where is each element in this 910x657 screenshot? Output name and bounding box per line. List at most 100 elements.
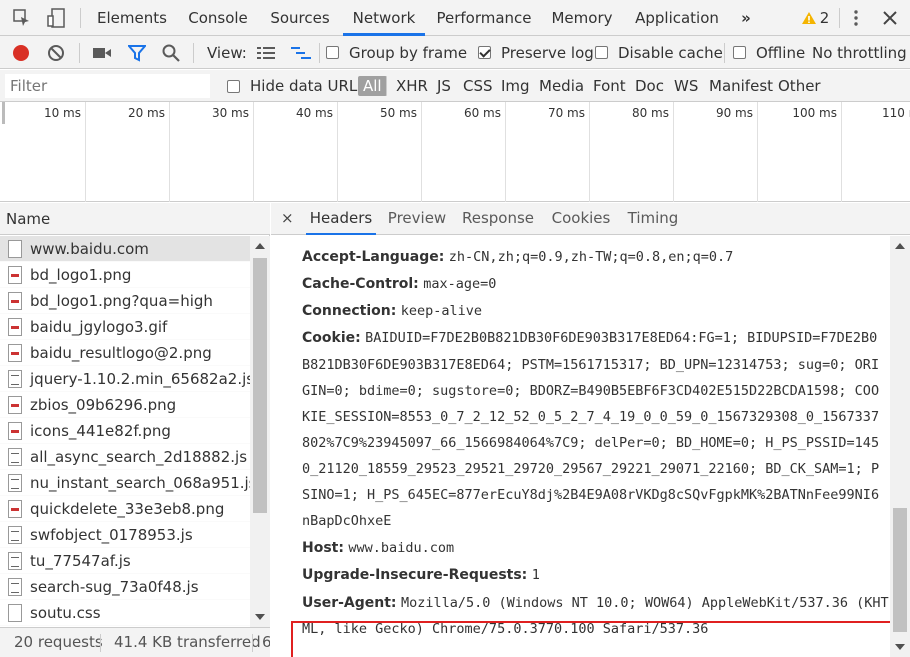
warnings-counter[interactable]: 2 — [795, 0, 835, 36]
large-rows-button[interactable] — [257, 36, 275, 69]
scroll-up-icon[interactable] — [255, 243, 265, 249]
header-name: Accept-Language: — [302, 249, 445, 265]
clear-button[interactable] — [47, 36, 65, 69]
image-icon — [8, 343, 22, 362]
header-value-continuation: B821DB30F6DE903B317E8ED64; PSTM=15617153… — [302, 357, 880, 373]
device-toolbar-icon[interactable] — [44, 0, 68, 36]
kebab-menu-icon[interactable] — [846, 0, 866, 36]
filter-type-img[interactable]: Img — [501, 70, 530, 102]
timeline-overview[interactable]: 10 ms 20 ms 30 ms 40 ms 50 ms 60 ms 70 m… — [0, 102, 910, 202]
hide-data-urls-checkbox[interactable]: Hide data URLs — [227, 70, 365, 102]
timeline-handle[interactable] — [2, 102, 5, 124]
request-row[interactable]: icons_441e82f.png — [0, 418, 250, 444]
filter-type-doc[interactable]: Doc — [635, 70, 664, 102]
request-row[interactable]: all_async_search_2d18882.js — [0, 444, 250, 470]
header-row: Upgrade-Insecure-Requests: 1 — [302, 562, 540, 588]
filter-type-font[interactable]: Font — [593, 70, 626, 102]
filter-type-xhr[interactable]: XHR — [396, 70, 428, 102]
header-value-continuation: GIN=0; bdime=0; sugstore=0; BDORZ=B490B5… — [302, 383, 880, 399]
request-row[interactable]: zbios_09b6296.png — [0, 392, 250, 418]
filter-type-all[interactable]: All — [358, 70, 387, 102]
filter-type-other[interactable]: Other — [778, 70, 821, 102]
header-row: User-Agent: Mozilla/5.0 (Windows NT 10.0… — [302, 590, 889, 616]
timeline-tick-label: 20 ms — [127, 106, 165, 120]
name-column-header[interactable]: Name — [0, 203, 270, 235]
timeline-division: 40 ms — [254, 102, 338, 202]
filter-input[interactable] — [5, 74, 210, 98]
scroll-down-icon[interactable] — [255, 614, 265, 620]
throttling-select[interactable]: No throttling — [812, 36, 907, 69]
more-tabs-button[interactable]: » — [732, 0, 760, 36]
request-row[interactable]: baidu_resultlogo@2.png — [0, 340, 250, 366]
tab-network[interactable]: Network — [343, 0, 425, 36]
screenshots-button[interactable] — [92, 36, 112, 69]
search-button[interactable] — [162, 36, 180, 69]
tab-console[interactable]: Console — [183, 0, 253, 36]
header-value: keep-alive — [400, 303, 483, 319]
image-icon — [8, 395, 22, 414]
header-value: Mozilla/5.0 (Windows NT 10.0; WOW64) App… — [400, 595, 889, 611]
filter-type-js[interactable]: JS — [437, 70, 451, 102]
scroll-down-icon[interactable] — [895, 644, 905, 650]
clear-icon — [48, 44, 64, 61]
tab-sources[interactable]: Sources — [266, 0, 334, 36]
tab-elements[interactable]: Elements — [94, 0, 170, 36]
timeline-division: 100 ms — [758, 102, 842, 202]
filter-toggle-button[interactable] — [128, 36, 146, 69]
hide-data-urls-label: Hide data URLs — [250, 77, 366, 95]
group-by-frame-checkbox[interactable]: Group by frame — [326, 36, 467, 69]
request-row[interactable]: nu_instant_search_068a951.js — [0, 470, 250, 496]
tab-response[interactable]: Response — [460, 203, 536, 235]
close-icon[interactable] — [878, 0, 902, 36]
devtools-tab-bar: Elements Console Sources Network Perform… — [0, 0, 910, 36]
tab-performance[interactable]: Performance — [435, 0, 533, 36]
request-row[interactable]: baidu_jgylogo3.gif — [0, 314, 250, 340]
scrollbar-thumb[interactable] — [253, 258, 267, 513]
request-row[interactable]: bd_logo1.png — [0, 262, 250, 288]
timeline-tick-label: 60 ms — [463, 106, 501, 120]
header-name: Cache-Control: — [302, 276, 419, 292]
separator — [386, 77, 387, 95]
request-row[interactable]: www.baidu.com — [0, 236, 250, 262]
tab-preview[interactable]: Preview — [384, 203, 450, 235]
request-row[interactable]: search-sug_73a0f48.js — [0, 574, 250, 600]
filter-type-manifest[interactable]: Manifest — [709, 70, 773, 102]
filter-type-ws[interactable]: WS — [674, 70, 698, 102]
scroll-up-icon[interactable] — [895, 243, 905, 249]
waterfall-view-button[interactable] — [291, 36, 311, 69]
details-scrollbar[interactable] — [890, 236, 910, 657]
request-name: all_async_search_2d18882.js — [30, 447, 248, 466]
request-row[interactable]: jquery-1.10.2.min_65682a2.js — [0, 366, 250, 392]
filter-type-css[interactable]: CSS — [463, 70, 493, 102]
timeline-tick-label: 70 ms — [547, 106, 585, 120]
preserve-log-checkbox[interactable]: Preserve log — [478, 36, 594, 69]
inspect-element-icon[interactable] — [10, 0, 34, 36]
request-headers-list: Accept-Language: zh-CN,zh;q=0.9,zh-TW;q=… — [271, 236, 890, 657]
request-row[interactable]: quickdelete_33e3eb8.png — [0, 496, 250, 522]
requests-scrollbar[interactable] — [250, 236, 270, 627]
tab-cookies[interactable]: Cookies — [546, 203, 616, 235]
request-row[interactable]: swfobject_0178953.js — [0, 522, 250, 548]
record-button[interactable] — [11, 36, 31, 69]
tab-headers[interactable]: Headers — [306, 203, 376, 235]
tab-application[interactable]: Application — [630, 0, 724, 36]
close-details-icon[interactable]: × — [281, 203, 294, 235]
requests-panel: Name www.baidu.com bd_logo1.png bd_logo1.p… — [0, 203, 270, 627]
request-name: swfobject_0178953.js — [30, 525, 193, 544]
timeline-tick-label: 100 ms — [792, 106, 837, 120]
details-tab-bar: × Headers Preview Response Cookies Timin… — [271, 203, 910, 235]
offline-checkbox[interactable]: Offline — [733, 36, 805, 69]
separator — [724, 43, 725, 63]
script-icon — [8, 525, 22, 544]
request-row[interactable]: bd_logo1.png?qua=high — [0, 288, 250, 314]
request-row[interactable]: soutu.css — [0, 600, 250, 626]
header-value: 1 — [531, 567, 540, 583]
script-icon — [8, 551, 22, 570]
scrollbar-thumb[interactable] — [893, 508, 907, 632]
header-value: max-age=0 — [423, 276, 497, 292]
request-row[interactable]: tu_77547af.js — [0, 548, 250, 574]
disable-cache-checkbox[interactable]: Disable cache — [595, 36, 723, 69]
tab-memory[interactable]: Memory — [546, 0, 618, 36]
tab-timing[interactable]: Timing — [625, 203, 681, 235]
filter-type-media[interactable]: Media — [539, 70, 584, 102]
